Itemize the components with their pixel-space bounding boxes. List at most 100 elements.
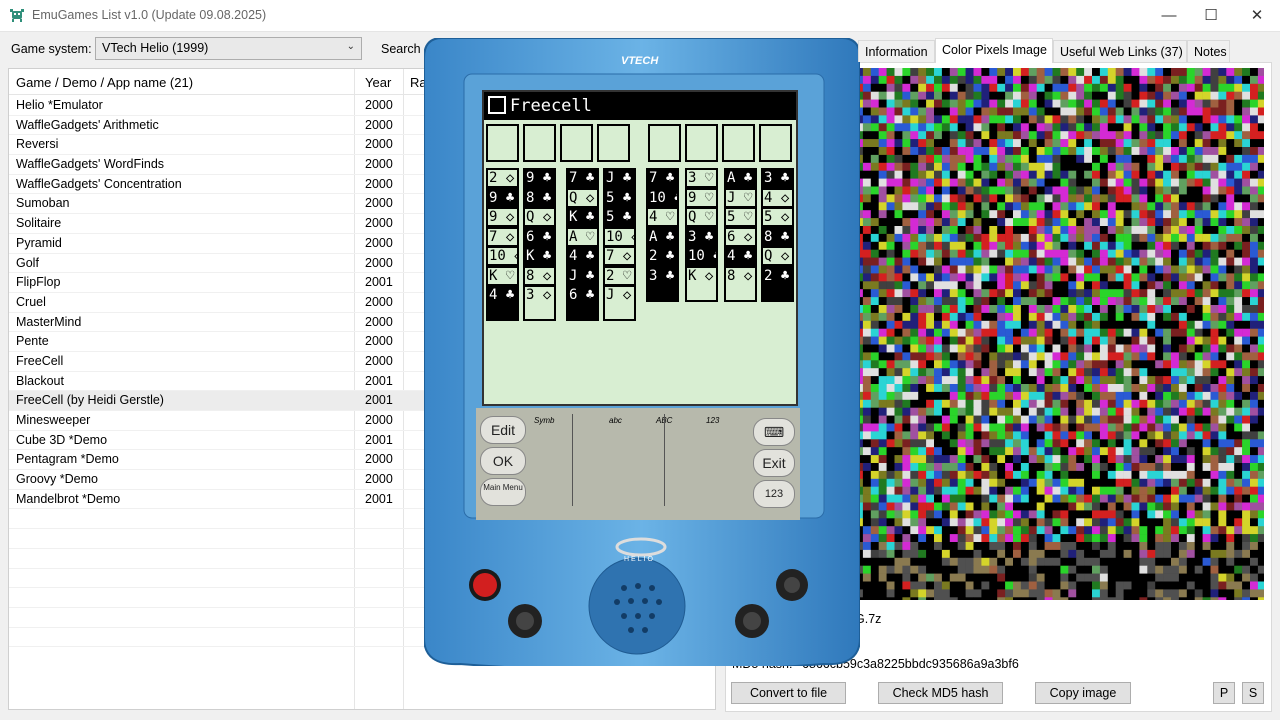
game-name: FreeCell (by Heidi Gerstle) — [16, 393, 164, 408]
playing-card[interactable]: 4 ♡ — [646, 207, 679, 227]
foundation-cell[interactable] — [648, 124, 681, 162]
free-cell[interactable] — [486, 124, 519, 162]
playing-card[interactable]: Q ◇ — [523, 207, 556, 227]
playing-card[interactable]: 4 ♣ — [566, 246, 599, 266]
playing-card[interactable]: 5 ◇ — [761, 207, 794, 227]
check-md5-button[interactable]: Check MD5 hash — [878, 682, 1003, 704]
screen-title: Freecell — [510, 96, 592, 116]
playing-card[interactable]: A ♣ — [646, 226, 679, 247]
game-name: FreeCell — [16, 353, 64, 368]
playing-card[interactable]: 4 ♣ — [486, 285, 519, 321]
minimize-button[interactable]: — — [1146, 0, 1192, 32]
playing-card[interactable]: 10 ♣ — [685, 246, 718, 266]
playing-card[interactable]: 3 ♡ — [685, 168, 718, 188]
game-year: 2000 — [365, 472, 393, 487]
game-name: Sumoban — [16, 196, 70, 211]
playing-card[interactable]: 9 ◇ — [486, 207, 519, 227]
playing-card[interactable]: 2 ◇ — [486, 168, 519, 188]
num-button[interactable]: 123 — [753, 480, 795, 508]
playing-card[interactable]: 2 ♡ — [603, 265, 636, 286]
playing-card[interactable]: 8 ◇ — [724, 265, 757, 302]
device-screen[interactable]: Freecell 2 ◇9 ♣9 ◇7 ◇10 ◇K ♡4 ♣9 ♣8 ♣Q ◇… — [482, 90, 798, 406]
playing-card[interactable]: 10 ◇ — [603, 226, 636, 247]
main-menu-button[interactable]: Main Menu — [480, 478, 526, 506]
edit-button[interactable]: Edit — [480, 416, 526, 444]
playing-card[interactable]: K ◇ — [685, 265, 718, 302]
playing-card[interactable]: J ♣ — [603, 168, 636, 188]
game-year: 2000 — [365, 255, 393, 270]
num-label: 123 — [706, 416, 720, 425]
playing-card[interactable]: 8 ♣ — [523, 187, 556, 208]
playing-card[interactable]: 5 ♡ — [724, 207, 757, 227]
playing-card[interactable]: Q ◇ — [761, 246, 794, 266]
playing-card[interactable]: 9 ♣ — [523, 168, 556, 188]
free-cell[interactable] — [560, 124, 593, 162]
playing-card[interactable]: 6 ♣ — [566, 285, 599, 321]
playing-card[interactable]: J ♡ — [724, 187, 757, 208]
tab-color-pixels-image[interactable]: Color Pixels Image — [935, 38, 1053, 63]
playing-card[interactable]: 5 ♣ — [603, 187, 636, 208]
window-title: EmuGames List v1.0 (Update 09.08.2025) — [32, 8, 267, 22]
playing-card[interactable]: 6 ◇ — [724, 226, 757, 247]
column-header-name[interactable]: Game / Demo / App name (21) — [16, 75, 193, 90]
playing-card[interactable]: A ♡ — [566, 226, 599, 247]
tab-useful-web-links-37[interactable]: Useful Web Links (37) — [1053, 40, 1187, 62]
playing-card[interactable]: 8 ◇ — [523, 265, 556, 286]
playing-card[interactable]: 10 ♣ — [646, 187, 679, 208]
tab-information[interactable]: Information — [858, 40, 935, 62]
copy-image-button[interactable]: Copy image — [1035, 682, 1131, 704]
convert-to-file-button[interactable]: Convert to file — [731, 682, 846, 704]
playing-card[interactable]: 3 ♣ — [685, 226, 718, 247]
free-cell[interactable] — [597, 124, 630, 162]
playing-card[interactable]: 9 ♡ — [685, 187, 718, 208]
playing-card[interactable]: J ◇ — [603, 285, 636, 321]
game-name: Helio *Emulator — [16, 98, 103, 112]
playing-card[interactable]: 5 ♣ — [603, 207, 636, 227]
game-system-select[interactable]: VTech Helio (1999) ⌄ — [95, 37, 362, 60]
playing-card[interactable]: K ♣ — [523, 246, 556, 266]
playing-card[interactable]: 9 ♣ — [486, 187, 519, 208]
column-header-year[interactable]: Year — [365, 75, 391, 90]
game-year: 2001 — [365, 275, 393, 290]
game-system-value: VTech Helio (1999) — [102, 41, 209, 55]
game-year: 2000 — [365, 98, 393, 112]
playing-card[interactable]: 10 ◇ — [486, 246, 519, 266]
playing-card[interactable]: 7 ◇ — [603, 246, 636, 266]
exit-button[interactable]: Exit — [753, 449, 795, 477]
playing-card[interactable]: 3 ♣ — [761, 168, 794, 188]
p-button[interactable]: P — [1213, 682, 1235, 704]
playing-card[interactable]: J ♣ — [566, 265, 599, 286]
playing-card[interactable]: 7 ♣ — [566, 168, 599, 188]
playing-card[interactable]: 7 ♣ — [646, 168, 679, 188]
playing-card[interactable]: Q ♡ — [685, 207, 718, 227]
game-year: 2000 — [365, 137, 393, 152]
playing-card[interactable]: K ♣ — [566, 207, 599, 227]
ok-button[interactable]: OK — [480, 447, 526, 475]
foundation-cell[interactable] — [722, 124, 755, 162]
game-name: WaffleGadgets' Arithmetic — [16, 117, 159, 132]
close-button[interactable]: ✕ — [1234, 0, 1280, 32]
keyboard-icon[interactable]: ⌨ — [753, 418, 795, 446]
playing-card[interactable]: 4 ♣ — [724, 246, 757, 266]
playing-card[interactable]: 3 ◇ — [523, 285, 556, 321]
playing-card[interactable]: K ♡ — [486, 265, 519, 286]
playing-card[interactable]: 4 ◇ — [761, 187, 794, 208]
game-name: Minesweeper — [16, 413, 91, 427]
playing-card[interactable]: 2 ♣ — [761, 265, 794, 302]
maximize-button[interactable]: ☐ — [1188, 0, 1234, 32]
tab-notes[interactable]: Notes — [1187, 40, 1230, 62]
game-name: Solitaire — [16, 216, 62, 231]
playing-card[interactable]: 3 ♣ — [646, 265, 679, 302]
playing-card[interactable]: A ♣ — [724, 168, 757, 188]
playing-card[interactable]: 8 ♣ — [761, 226, 794, 247]
playing-card[interactable]: Q ◇ — [566, 187, 599, 208]
foundation-cell[interactable] — [759, 124, 792, 162]
foundation-cell[interactable] — [685, 124, 718, 162]
s-button[interactable]: S — [1242, 682, 1264, 704]
game-year: 2000 — [365, 314, 393, 329]
game-name: FlipFlop — [16, 275, 61, 290]
playing-card[interactable]: 7 ◇ — [486, 226, 519, 247]
playing-card[interactable]: 6 ♣ — [523, 226, 556, 247]
free-cell[interactable] — [523, 124, 556, 162]
playing-card[interactable]: 2 ♣ — [646, 246, 679, 266]
